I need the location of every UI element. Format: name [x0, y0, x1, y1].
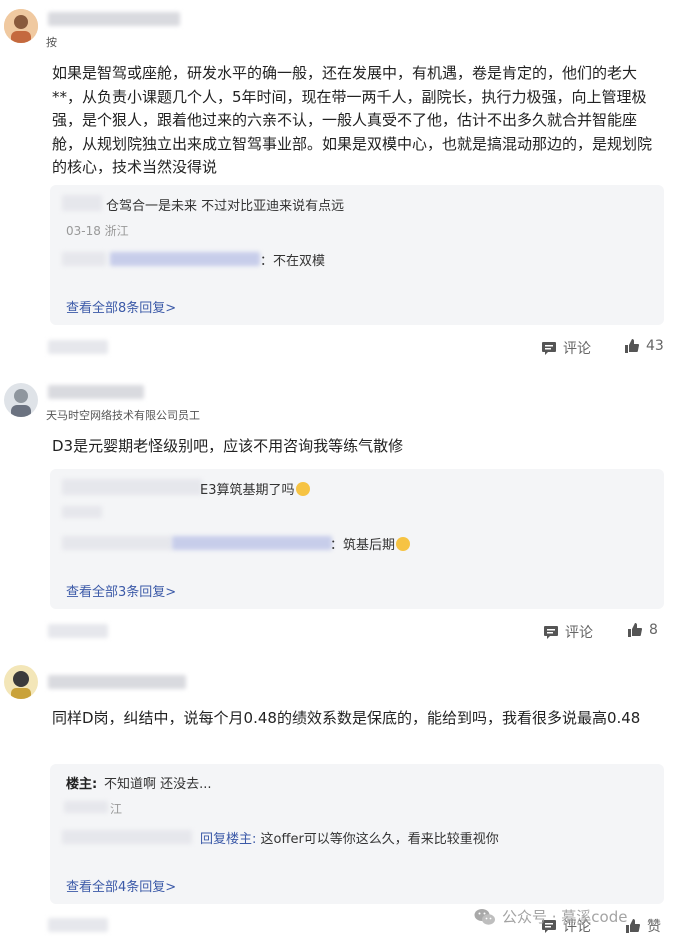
reply-text: ：不在双模	[260, 254, 326, 269]
reply-text: 仓驾合一是未来 不过对比亚迪来说有点远	[106, 199, 345, 214]
thumbs-up-icon	[625, 339, 640, 353]
smile-emoji-icon	[295, 482, 310, 496]
avatar[interactable]	[4, 665, 38, 699]
reply-date-blurred	[62, 506, 102, 518]
comment-label: 评论	[563, 341, 591, 357]
reply-text: E3算筑基期了吗	[200, 479, 310, 498]
like-label: 赞	[647, 919, 661, 935]
like-button[interactable]: 43	[624, 338, 664, 354]
comment-footer: 评论 43	[0, 336, 679, 360]
view-all-replies-link[interactable]: 查看全部8条回复>	[66, 297, 176, 316]
reply-author-blurred[interactable]	[62, 536, 172, 550]
user-avatar-icon	[4, 665, 38, 699]
comment-text: D3是元婴期老怪级别吧，应该不用咨询我等练气散修	[52, 437, 404, 455]
like-button[interactable]: 赞	[625, 916, 661, 936]
reply-date: 03-18 浙江	[66, 224, 129, 238]
comment-icon	[544, 626, 558, 639]
like-button[interactable]: 8	[627, 622, 658, 638]
reply-text: ：筑基后期	[330, 534, 411, 553]
watermark: 公众号 · 慕溪code	[474, 906, 627, 927]
reply-text: 回复楼主: 这offer可以等你这么久，看来比较重视你	[200, 832, 499, 847]
avatar[interactable]	[4, 383, 38, 417]
thumbs-up-icon	[628, 623, 643, 637]
reply-author-blurred[interactable]	[62, 830, 192, 844]
like-count: 8	[649, 622, 658, 638]
user-avatar-icon	[4, 9, 38, 43]
username-blurred[interactable]	[48, 385, 144, 399]
reply-date-blurred	[64, 801, 108, 813]
reply-target-blurred[interactable]	[172, 536, 332, 550]
avatar[interactable]	[4, 9, 38, 43]
reply-text: 不知道啊 还没去...	[104, 777, 212, 792]
reply-box: E3算筑基期了吗 ：筑基后期 查看全部3条回复>	[50, 469, 664, 609]
comment-text: 如果是智驾或座舱，研发水平的确一般，还在发展中，有机遇，卷是肯定的，他们的老大*…	[52, 64, 653, 176]
comment-button[interactable]: 评论	[543, 622, 593, 642]
reply-author-blurred[interactable]	[62, 479, 202, 495]
comment-icon	[542, 342, 556, 355]
view-all-replies-link[interactable]: 查看全部3条回复>	[66, 581, 176, 600]
reply-author[interactable]: 楼主:	[66, 773, 97, 792]
wechat-icon	[474, 908, 495, 925]
timestamp-blurred	[48, 340, 108, 354]
user-avatar-icon	[4, 383, 38, 417]
reply-box: 仓驾合一是未来 不过对比亚迪来说有点远 03-18 浙江 ：不在双模 查看全部8…	[50, 185, 664, 325]
view-all-replies-link[interactable]: 查看全部4条回复>	[66, 876, 176, 895]
reply-box: 楼主: 不知道啊 还没去... 江 回复楼主: 这offer可以等你这么久，看来…	[50, 764, 664, 904]
watermark-text: 公众号 · 慕溪code	[502, 908, 628, 926]
user-company: 天马时空网络技术有限公司员工	[46, 409, 200, 422]
comment-button[interactable]: 评论	[541, 338, 591, 358]
timestamp-blurred	[48, 918, 108, 932]
username-blurred[interactable]	[48, 675, 186, 689]
reply-to-op-link[interactable]: 回复楼主:	[200, 832, 256, 847]
timestamp-blurred	[48, 624, 108, 638]
user-meta: 按	[46, 36, 57, 49]
comment-text: 同样D岗，纠结中，说每个月0.48的绩效系数是保底的，能给到吗，我看很多说最高0…	[52, 709, 641, 727]
reply-author-blurred[interactable]	[62, 252, 106, 266]
username-blurred[interactable]	[48, 12, 180, 26]
grin-emoji-icon	[396, 537, 411, 551]
reply-author-blurred[interactable]	[62, 195, 102, 211]
comment-footer: 评论 8	[0, 620, 679, 644]
like-count: 43	[646, 338, 664, 354]
comment-label: 评论	[565, 625, 593, 641]
reply-date: 江	[110, 802, 123, 816]
reply-target-blurred[interactable]	[110, 252, 260, 266]
